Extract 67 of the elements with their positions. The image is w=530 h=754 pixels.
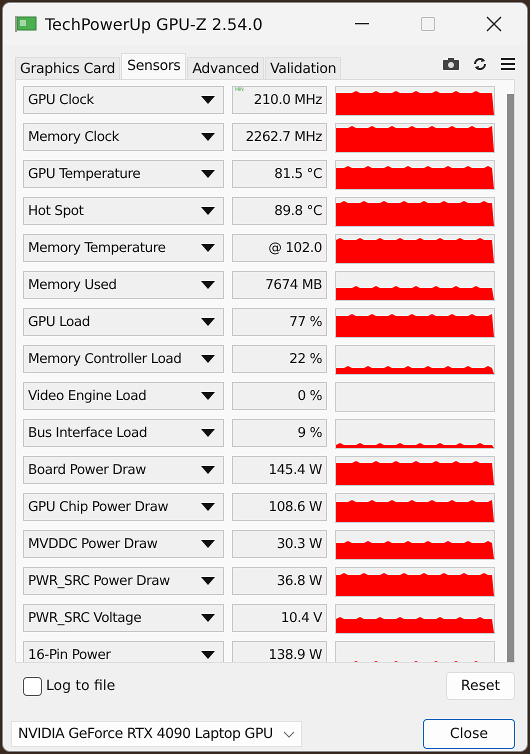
window-title: TechPowerUp GPU-Z 2.54.0 [45, 14, 264, 34]
tab[interactable]: Advanced [187, 57, 264, 79]
sensor-dropdown[interactable]: GPU Clock [23, 86, 224, 114]
sensor-value: 89.8 °C [232, 197, 327, 225]
sensor-dropdown[interactable]: Memory Controller Load [23, 345, 224, 373]
camera-icon[interactable] [443, 58, 459, 70]
sensor-dropdown[interactable]: Board Power Draw [23, 456, 224, 484]
sensor-value: 7674 MB [232, 271, 327, 299]
sensor-dropdown[interactable]: GPU Load [23, 308, 224, 336]
caret-icon [201, 540, 215, 548]
caret-icon [201, 503, 215, 511]
caret-icon [201, 96, 215, 104]
caret-icon [201, 577, 215, 585]
graphics-card-icon [15, 15, 37, 33]
caret-icon [201, 281, 215, 289]
sensor-value: 0 % [232, 382, 327, 410]
caret-icon [201, 392, 215, 400]
sensor-dropdown[interactable]: Bus Interface Load [23, 419, 224, 447]
sensor-dropdown[interactable]: 16-Pin Power [23, 641, 224, 662]
caret-icon [201, 614, 215, 622]
sensor-dropdown[interactable]: GPU Temperature [23, 160, 224, 188]
maximize-icon [421, 17, 435, 31]
menu-icon[interactable] [501, 58, 515, 70]
sensor-value: 145.4 W [232, 456, 327, 484]
close-button[interactable]: Close [422, 719, 515, 749]
caret-icon [201, 207, 215, 215]
gpu-select[interactable]: NVIDIA GeForce RTX 4090 Laptop GPU [11, 721, 302, 747]
sensor-dropdown[interactable]: GPU Chip Power Draw [23, 493, 224, 521]
sensor-dropdown[interactable]: Memory Clock [23, 123, 224, 151]
chevron-down-icon [282, 730, 295, 738]
caret-icon [201, 244, 215, 252]
tab[interactable]: Sensors [121, 53, 186, 79]
sensor-value: 77 % [232, 308, 327, 336]
caret-icon [201, 429, 215, 437]
sensor-value: 81.5 °C [232, 160, 327, 188]
close-icon [486, 16, 502, 32]
sensor-value: 10.4 V [232, 604, 327, 632]
sensor-value: 22 % [232, 345, 327, 373]
tab[interactable]: Validation [265, 57, 342, 79]
sensor-dropdown[interactable]: MVDDC Power Draw [23, 530, 224, 558]
scrollbar-thumb[interactable] [507, 94, 514, 662]
caret-icon [201, 466, 215, 474]
sensor-value: @ 102.0 [232, 234, 327, 262]
checkbox[interactable] [23, 676, 42, 696]
sensor-value: 30.3 W [232, 530, 327, 558]
sensor-dropdown[interactable]: Memory Used [23, 271, 224, 299]
sensor-dropdown[interactable]: PWR_SRC Voltage [23, 604, 224, 632]
sensor-value: 108.6 W [232, 493, 327, 521]
sensor-value: 9 % [232, 419, 327, 447]
sensor-value: 36.8 W [232, 567, 327, 595]
caret-icon [201, 651, 215, 659]
checkbox-label: Log to file [46, 678, 116, 694]
sensor-dropdown[interactable]: PWR_SRC Power Draw [23, 567, 224, 595]
tab[interactable]: Graphics Card [15, 57, 120, 79]
sensor-dropdown[interactable]: Video Engine Load [23, 382, 224, 410]
caret-icon [201, 133, 215, 141]
minimize-icon [355, 23, 369, 25]
caret-icon [201, 318, 215, 326]
caret-icon [201, 355, 215, 363]
refresh-icon[interactable] [473, 57, 487, 71]
sensor-dropdown[interactable]: Hot Spot [23, 197, 224, 225]
reset-button[interactable]: Reset [446, 672, 515, 700]
sensor-value: 138.9 W [232, 641, 327, 662]
sensor-dropdown[interactable]: Memory Temperature [23, 234, 224, 262]
sensor-value: 2262.7 MHz [232, 123, 327, 151]
caret-icon [201, 170, 215, 178]
log-to-file-checkbox[interactable]: Log to file [23, 676, 116, 696]
